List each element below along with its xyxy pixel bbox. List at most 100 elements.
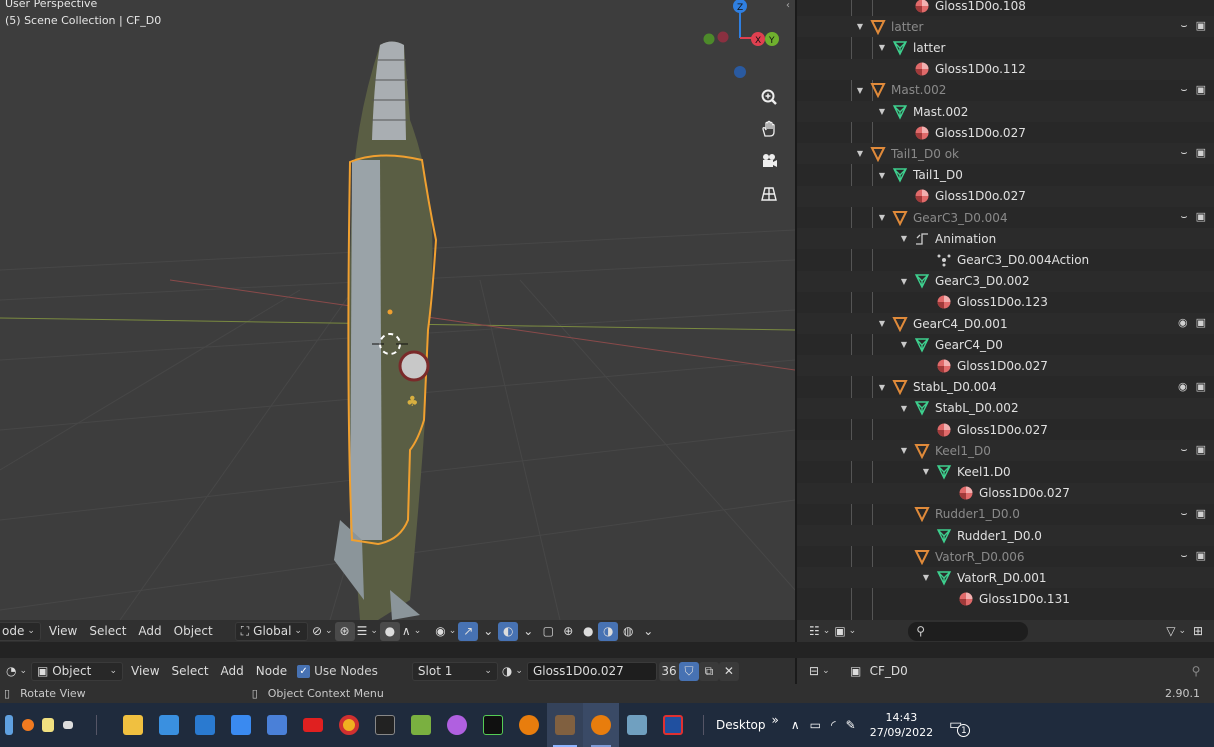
grid-perspective-icon[interactable] bbox=[756, 181, 782, 207]
shader-menu-view[interactable]: View bbox=[125, 661, 165, 681]
outliner-row[interactable]: Gloss1D0o.027 bbox=[797, 185, 1214, 207]
shader-type-dropdown[interactable]: ▣ Object ⌄ bbox=[31, 661, 124, 681]
shader-menu-select[interactable]: Select bbox=[166, 661, 215, 681]
blender-icon[interactable] bbox=[511, 703, 547, 747]
outliner-row[interactable]: ▼ latter ⌣ ▣ bbox=[797, 16, 1214, 38]
solid-shading-icon[interactable]: ● bbox=[578, 622, 598, 641]
editor-type-icon[interactable]: ◔ ⌄ bbox=[4, 662, 29, 681]
chrome-icon[interactable] bbox=[331, 703, 367, 747]
outliner-row[interactable]: ▼ Tail1_D0 bbox=[797, 165, 1214, 186]
editor-type-icon[interactable]: ⊟ ⌄ bbox=[807, 662, 832, 681]
checkbox-icon[interactable]: ✓ bbox=[297, 664, 311, 678]
outliner-row[interactable]: Gloss1D0o.131 bbox=[797, 589, 1214, 610]
disclosure-triangle-icon[interactable]: ▼ bbox=[921, 467, 931, 476]
pinned-app-icon[interactable] bbox=[18, 703, 38, 747]
outliner-row[interactable]: Gloss1D0o.027 bbox=[797, 355, 1214, 377]
overlay-toggle-icon[interactable]: ◐ bbox=[498, 621, 519, 641]
outliner-row[interactable]: VatorR_D0.006 ⌣ ▣ bbox=[797, 546, 1214, 567]
image-icon[interactable]: ▣ ⌄ bbox=[832, 622, 858, 641]
disclosure-triangle-icon[interactable]: ▼ bbox=[899, 446, 909, 455]
battery-icon[interactable]: ▭ bbox=[810, 718, 821, 732]
star-app-icon[interactable] bbox=[655, 703, 691, 747]
fake-user-icon[interactable]: ⛉ bbox=[678, 661, 699, 681]
disclosure-triangle-icon[interactable]: ▼ bbox=[877, 171, 887, 180]
user-count[interactable]: 36 bbox=[658, 661, 679, 681]
outliner-row[interactable]: Gloss1D0o.027 bbox=[797, 482, 1214, 504]
camera-render-icon[interactable]: ▣ bbox=[1196, 19, 1206, 33]
paint-icon[interactable] bbox=[439, 703, 475, 747]
graphics-app-icon[interactable] bbox=[475, 703, 511, 747]
mode-dropdown[interactable]: ode ⌄ bbox=[0, 621, 41, 641]
search-input[interactable]: ⚲ bbox=[908, 621, 1029, 641]
outliner-row[interactable]: ▼ Mast.002 bbox=[797, 101, 1214, 122]
disclosure-triangle-icon[interactable]: ▼ bbox=[899, 277, 909, 286]
camera-icon[interactable] bbox=[756, 148, 782, 174]
outliner-row[interactable]: Gloss1D0o.027 bbox=[797, 419, 1214, 440]
new-collection-icon[interactable]: ⊞ bbox=[1188, 622, 1208, 641]
outliner-row[interactable]: ▼ StabL_D0.002 bbox=[797, 397, 1214, 419]
chevron-down-icon[interactable]: ⌄ bbox=[518, 622, 538, 641]
blender-active-icon[interactable] bbox=[583, 703, 619, 747]
eye-closed-icon[interactable]: ⌣ bbox=[1180, 146, 1187, 160]
outliner-row[interactable]: ▼ GearC4_D0 bbox=[797, 334, 1214, 355]
outliner-row[interactable]: Gloss1D0o.108 bbox=[797, 0, 1214, 16]
menu-view[interactable]: View bbox=[43, 621, 83, 641]
desktop-toolbar[interactable]: Desktop bbox=[716, 718, 766, 732]
snap-options-icon[interactable]: ☰ ⌄ bbox=[355, 622, 380, 641]
pin-icon[interactable]: ⚲ bbox=[1186, 662, 1206, 681]
transform-orientation-dropdown[interactable]: ⛶ Global ⌄ bbox=[234, 621, 308, 641]
disclosure-triangle-icon[interactable]: ▼ bbox=[855, 86, 865, 95]
outliner-row[interactable]: ▼ GearC4_D0.001 ◉ ▣ bbox=[797, 313, 1214, 334]
camera-render-icon[interactable]: ▣ bbox=[1196, 83, 1206, 97]
disclosure-triangle-icon[interactable]: ▼ bbox=[877, 383, 887, 392]
eye-closed-icon[interactable]: ⌣ bbox=[1180, 83, 1187, 97]
zoom-icon[interactable] bbox=[756, 84, 782, 110]
snap-icon[interactable]: ⊛ bbox=[334, 621, 355, 641]
eye-icon[interactable]: ◉ bbox=[1178, 380, 1188, 393]
xray-icon[interactable]: ▢ bbox=[538, 622, 558, 641]
camera-render-icon[interactable]: ▣ bbox=[1196, 443, 1206, 457]
pinned-app-icon[interactable] bbox=[0, 703, 18, 747]
pen-icon[interactable]: ✎ bbox=[846, 718, 856, 732]
disclosure-triangle-icon[interactable]: ▼ bbox=[877, 43, 887, 52]
outliner-row[interactable]: Gloss1D0o.027 bbox=[797, 122, 1214, 143]
outliner-row[interactable]: ▼ GearC3_D0.002 bbox=[797, 270, 1214, 292]
pinned-app-icon[interactable] bbox=[58, 703, 78, 747]
use-nodes-toggle[interactable]: ✓ Use Nodes bbox=[297, 664, 378, 678]
notepad-icon[interactable] bbox=[403, 703, 439, 747]
outliner-row[interactable]: ▼ Animation bbox=[797, 228, 1214, 250]
wifi-icon[interactable]: ◜ bbox=[831, 718, 836, 732]
slot-dropdown[interactable]: Slot 1 ⌄ bbox=[411, 661, 498, 681]
wireframe-shading-icon[interactable]: ⊕ bbox=[558, 622, 578, 641]
outliner-row[interactable]: Gloss1D0o.112 bbox=[797, 58, 1214, 80]
outliner-panel[interactable]: Gloss1D0o.108 ▼ latter ⌣ ▣ ▼ latter Gloss1D0o.1… bbox=[797, 0, 1214, 620]
camera-render-icon[interactable]: ▣ bbox=[1196, 146, 1206, 160]
menu-object[interactable]: Object bbox=[168, 621, 219, 641]
close-icon[interactable]: ✕ bbox=[718, 661, 739, 681]
outliner-row[interactable]: ▼ Keel1.D0 bbox=[797, 461, 1214, 482]
material-name-field[interactable]: Gloss1D0o.027 bbox=[526, 661, 657, 681]
proportional-edit-icon[interactable]: ● bbox=[379, 621, 400, 641]
notes-icon[interactable] bbox=[619, 703, 655, 747]
gizmo-toggle-icon[interactable]: ↗ bbox=[458, 621, 479, 641]
disclosure-triangle-icon[interactable]: ▼ bbox=[899, 234, 909, 243]
outliner-row[interactable]: Rudder1_D0.0 ⌣ ▣ bbox=[797, 504, 1214, 525]
outliner-row[interactable]: ▼ StabL_D0.004 ◉ ▣ bbox=[797, 377, 1214, 398]
shader-menu-add[interactable]: Add bbox=[215, 661, 250, 681]
camera-render-icon[interactable]: ▣ bbox=[1196, 210, 1206, 224]
material-shading-icon[interactable]: ◑ bbox=[598, 621, 619, 641]
disclosure-triangle-icon[interactable]: ▼ bbox=[855, 22, 865, 31]
outliner-row[interactable]: GearC3_D0.004Action bbox=[797, 249, 1214, 270]
camera-render-icon[interactable]: ▣ bbox=[1196, 549, 1206, 563]
3d-viewport[interactable]: ♣ Z X Y User Perspective (5) Scene Colle… bbox=[0, 0, 795, 620]
camera-render-icon[interactable]: ▣ bbox=[1196, 380, 1206, 393]
eye-closed-icon[interactable]: ⌣ bbox=[1180, 210, 1187, 224]
mail-icon[interactable] bbox=[187, 703, 223, 747]
disclosure-triangle-icon[interactable]: ▼ bbox=[899, 404, 909, 413]
outliner-row[interactable]: Rudder1_D0.0 bbox=[797, 525, 1214, 546]
game-app-icon[interactable] bbox=[547, 703, 583, 747]
chevron-down-icon[interactable]: ⌄ bbox=[478, 622, 498, 641]
terminal-icon[interactable] bbox=[367, 703, 403, 747]
display-mode-icon[interactable]: ☷ ⌄ bbox=[807, 622, 832, 641]
outliner-row[interactable]: ▼ latter bbox=[797, 37, 1214, 58]
